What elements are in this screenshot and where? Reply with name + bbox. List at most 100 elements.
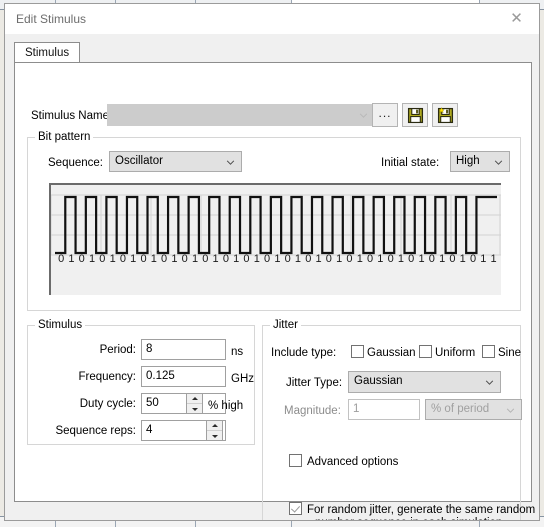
save-as-button[interactable] xyxy=(432,103,458,127)
advanced-options-label: Advanced options xyxy=(307,456,399,468)
waveform-bit: 1 xyxy=(253,253,260,265)
sequence-reps-stepper-down[interactable] xyxy=(207,431,222,440)
waveform-bit: 0 xyxy=(78,253,85,265)
waveform-bit: 0 xyxy=(99,253,106,265)
duty-cycle-unit: % high xyxy=(208,400,244,412)
period-unit: ns xyxy=(231,346,244,358)
include-type-label: Include type: xyxy=(271,347,337,359)
waveform-bit: 0 xyxy=(58,253,65,265)
chevron-down-icon xyxy=(494,159,503,165)
frequency-unit: GHz xyxy=(231,373,254,385)
waveform-bit: 0 xyxy=(408,253,415,265)
waveform-bit: 1 xyxy=(109,253,116,265)
magnitude-unit-value: % of period xyxy=(431,403,490,415)
browse-button[interactable]: ... xyxy=(372,103,398,127)
frequency-label: Frequency: xyxy=(78,371,136,383)
waveform-bit: 0 xyxy=(428,253,435,265)
waveform-bit: 0 xyxy=(284,253,291,265)
waveform-bit-labels: 0101010101010101010101010101010101010101… xyxy=(56,253,499,267)
edit-stimulus-dialog: Edit Stimulus ✕ Stimulus Stimulus Name: … xyxy=(4,3,540,521)
waveform-bit: 0 xyxy=(222,253,229,265)
sequence-label: Sequence: xyxy=(48,157,103,169)
waveform-bit: 0 xyxy=(346,253,353,265)
magnitude-unit-combo[interactable]: % of period xyxy=(425,399,522,420)
waveform-bit: 0 xyxy=(119,253,126,265)
initial-state-combo[interactable]: High xyxy=(450,151,510,172)
sequence-reps-stepper-up[interactable] xyxy=(207,421,222,431)
chevron-down-icon xyxy=(226,159,235,165)
sequence-value: Oscillator xyxy=(115,155,163,167)
waveform-bit: 0 xyxy=(387,253,394,265)
jitter-group: Jitter Include type: Gaussian Uniform Si… xyxy=(262,319,535,520)
waveform-plot xyxy=(51,185,501,295)
waveform-bit: 0 xyxy=(325,253,332,265)
frequency-input[interactable]: 0.125 xyxy=(141,366,226,387)
same-random-sequence-label-line1: For random jitter, generate the same ran… xyxy=(307,504,536,516)
sequence-reps-stepper[interactable] xyxy=(206,420,223,441)
dialog-title: Edit Stimulus xyxy=(16,12,87,26)
jitter-type-combo[interactable]: Gaussian xyxy=(348,371,501,393)
sequence-combo[interactable]: Oscillator xyxy=(109,151,242,172)
waveform-bit: 0 xyxy=(366,253,374,265)
initial-state-label: Initial state: xyxy=(381,157,440,169)
waveform-bit: 0 xyxy=(181,253,188,265)
jitter-sine-label: Sine xyxy=(498,347,522,359)
stimulus-name-combo[interactable] xyxy=(107,104,375,126)
waveform-bit: 1 xyxy=(459,253,466,265)
duty-cycle-stepper-down[interactable] xyxy=(187,404,202,413)
period-input[interactable]: 8 xyxy=(141,339,226,360)
tab-stimulus[interactable]: Stimulus xyxy=(14,42,81,63)
save-button[interactable] xyxy=(402,103,428,127)
waveform-bit: 0 xyxy=(264,253,271,265)
stimulus-parameters-title: Stimulus xyxy=(35,319,86,332)
same-random-sequence-checkbox[interactable] xyxy=(289,502,302,515)
duty-cycle-stepper-up[interactable] xyxy=(187,394,202,404)
waveform-bit: 1 xyxy=(397,253,404,265)
waveform-bit: 0 xyxy=(469,253,477,265)
waveform-bit: 0 xyxy=(140,253,147,265)
waveform-bit: 1 xyxy=(150,253,157,265)
waveform-bit: 0 xyxy=(161,253,168,265)
bit-pattern-group: Bit pattern Sequence: Oscillator Initial… xyxy=(27,131,521,311)
magnitude-label: Magnitude: xyxy=(284,405,341,417)
waveform-bit: 1 xyxy=(130,253,137,265)
waveform-bit: 1 xyxy=(212,253,219,265)
waveform-bit: 1 xyxy=(294,253,302,265)
chevron-down-icon xyxy=(506,407,515,413)
jitter-type-label: Jitter Type: xyxy=(286,377,343,389)
waveform-bit: 1 xyxy=(274,253,281,265)
jitter-uniform-label: Uniform xyxy=(435,347,476,359)
jitter-gaussian-label: Gaussian xyxy=(367,347,416,359)
close-icon[interactable]: ✕ xyxy=(494,4,539,33)
dialog-body: Stimulus Stimulus Name: ... Bit pattern … xyxy=(5,34,539,520)
dialog-titlebar: Edit Stimulus ✕ xyxy=(5,4,539,34)
duty-cycle-label: Duty cycle: xyxy=(79,398,136,410)
waveform-bit: 0 xyxy=(449,253,456,265)
waveform-bit: 1 xyxy=(336,253,343,265)
waveform-bit: 1 xyxy=(315,253,322,265)
waveform-bit: 1 xyxy=(171,253,178,265)
jitter-gaussian-checkbox[interactable] xyxy=(351,345,364,358)
waveform-bit: 0 xyxy=(243,253,250,265)
browse-button-label: ... xyxy=(378,106,392,120)
waveform-bit: 1 xyxy=(418,253,425,265)
waveform-bit: 1 xyxy=(191,253,199,265)
waveform-bit: 1 xyxy=(356,253,363,265)
waveform-bit: 1 xyxy=(68,253,75,265)
jitter-uniform-checkbox[interactable] xyxy=(419,345,432,358)
jitter-type-value: Gaussian xyxy=(354,375,403,387)
duty-cycle-stepper[interactable] xyxy=(186,393,203,414)
tab-strip: Stimulus xyxy=(14,42,532,63)
stimulus-parameters-group: Stimulus Period: 8 ns Frequency: 0.125 G… xyxy=(27,319,255,445)
jitter-sine-checkbox[interactable] xyxy=(482,345,495,358)
tab-page-stimulus: Stimulus Name: ... Bit pattern Sequence:… xyxy=(14,62,535,520)
save-floppy-icon xyxy=(407,107,423,123)
advanced-options-checkbox[interactable] xyxy=(289,454,302,467)
waveform-bit: 1 xyxy=(377,253,384,265)
magnitude-input[interactable]: 1 xyxy=(348,399,420,420)
chevron-down-icon xyxy=(485,380,494,385)
period-label: Period: xyxy=(99,344,136,356)
waveform-bit: 1 xyxy=(480,253,487,265)
bit-pattern-title: Bit pattern xyxy=(35,131,94,144)
stimulus-name-label: Stimulus Name: xyxy=(31,110,113,122)
